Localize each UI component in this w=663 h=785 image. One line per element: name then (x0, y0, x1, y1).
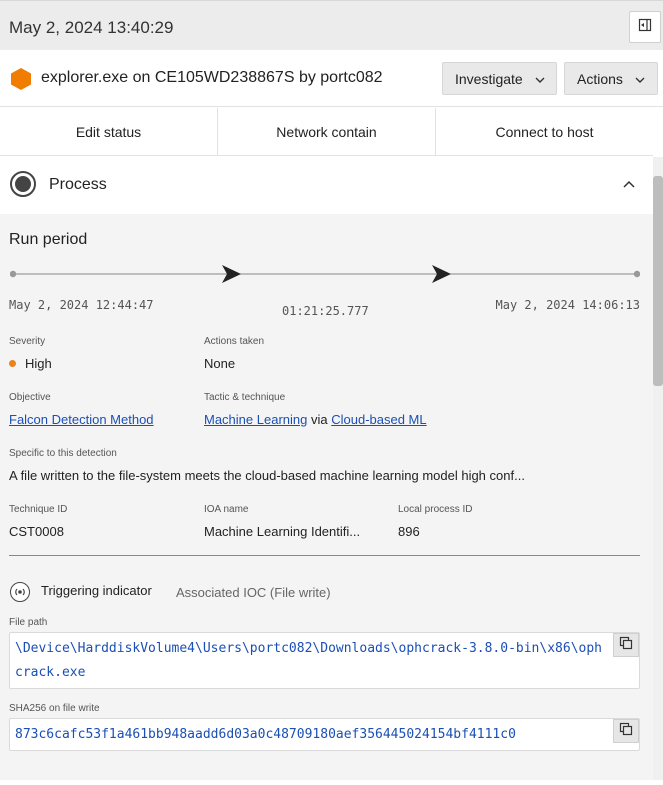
objective-link[interactable]: Falcon Detection Method (9, 412, 154, 427)
chevron-down-icon (635, 71, 645, 87)
copy-icon (619, 636, 633, 655)
file-path-label: File path (9, 617, 48, 628)
process-section-header[interactable]: Process (0, 157, 653, 214)
specific-description: A file written to the file-system meets … (9, 468, 525, 483)
technique-id-value: CST0008 (9, 524, 64, 539)
top-bar: May 2, 2024 13:40:29 (0, 0, 663, 50)
severity-label: Severity (9, 336, 46, 347)
copy-sha256-button[interactable] (613, 719, 639, 743)
sha256-label: SHA256 on file write (9, 703, 100, 714)
specific-label: Specific to this detection (9, 448, 117, 459)
tactic-label: Tactic & technique (204, 392, 286, 403)
section-title: Process (49, 176, 107, 193)
copy-icon (619, 722, 633, 741)
ioa-name-label: IOA name (204, 504, 249, 515)
detection-timestamp: May 2, 2024 13:40:29 (9, 18, 174, 37)
actions-label: Actions (577, 70, 623, 87)
actions-taken-value: None (204, 356, 236, 371)
sha256-box: 873c6cafc53f1a461bb948aadd6d03a0c4870918… (9, 718, 640, 751)
local-pid-label: Local process ID (398, 504, 473, 515)
ioa-name-value: Machine Learning Identifi... (204, 524, 361, 539)
technique-id-label: Technique ID (9, 504, 68, 515)
edit-status-button[interactable]: Edit status (0, 108, 218, 155)
tactic-technique-value: Machine Learning via Cloud-based ML (204, 412, 427, 427)
section-divider (9, 555, 640, 556)
chevron-up-icon[interactable] (623, 175, 635, 193)
dock-panel-icon (637, 17, 653, 38)
objective-label: Objective (9, 392, 51, 403)
triggering-indicator-subtitle: Associated IOC (File write) (176, 585, 331, 600)
tactic-link[interactable]: Machine Learning (204, 412, 307, 427)
local-pid-value: 896 (398, 524, 420, 539)
detection-title: explorer.exe on CE105WD238867S by portc0… (41, 69, 383, 86)
process-icon (10, 171, 36, 197)
severity-dot-icon (9, 360, 16, 367)
process-details: Run period May 2, 2024 12:44:47 01:21:25… (0, 214, 653, 780)
actions-button[interactable]: Actions (564, 62, 658, 95)
run-period-timeline (9, 264, 641, 284)
run-duration: 01:21:25.777 (282, 304, 369, 318)
connect-to-host-button[interactable]: Connect to host (436, 108, 653, 155)
detection-header: explorer.exe on CE105WD238867S by portc0… (0, 50, 663, 107)
quick-actions-bar: Edit status Network contain Connect to h… (0, 108, 653, 156)
network-contain-button[interactable]: Network contain (218, 108, 436, 155)
run-end-time: May 2, 2024 14:06:13 (495, 298, 641, 312)
investigate-button[interactable]: Investigate (442, 62, 557, 95)
severity-value: High (9, 356, 52, 371)
file-path-box: \Device\HarddiskVolume4\Users\portc082\D… (9, 632, 640, 689)
technique-link[interactable]: Cloud-based ML (331, 412, 426, 427)
triggering-indicator-icon (10, 582, 30, 602)
chevron-down-icon (535, 71, 545, 87)
investigate-label: Investigate (455, 70, 523, 87)
triggering-indicator-title: Triggering indicator (41, 583, 152, 598)
run-start-time: May 2, 2024 12:44:47 (9, 298, 154, 312)
run-period-title: Run period (9, 231, 88, 248)
actions-taken-label: Actions taken (204, 336, 265, 347)
scrollbar-thumb[interactable] (653, 176, 663, 386)
severity-hexagon-icon (10, 67, 32, 96)
sha256-value[interactable]: 873c6cafc53f1a461bb948aadd6d03a0c4870918… (10, 719, 639, 747)
copy-file-path-button[interactable] (613, 633, 639, 657)
file-path-value[interactable]: \Device\HarddiskVolume4\Users\portc082\D… (10, 633, 639, 685)
dock-panel-button[interactable] (629, 11, 661, 43)
